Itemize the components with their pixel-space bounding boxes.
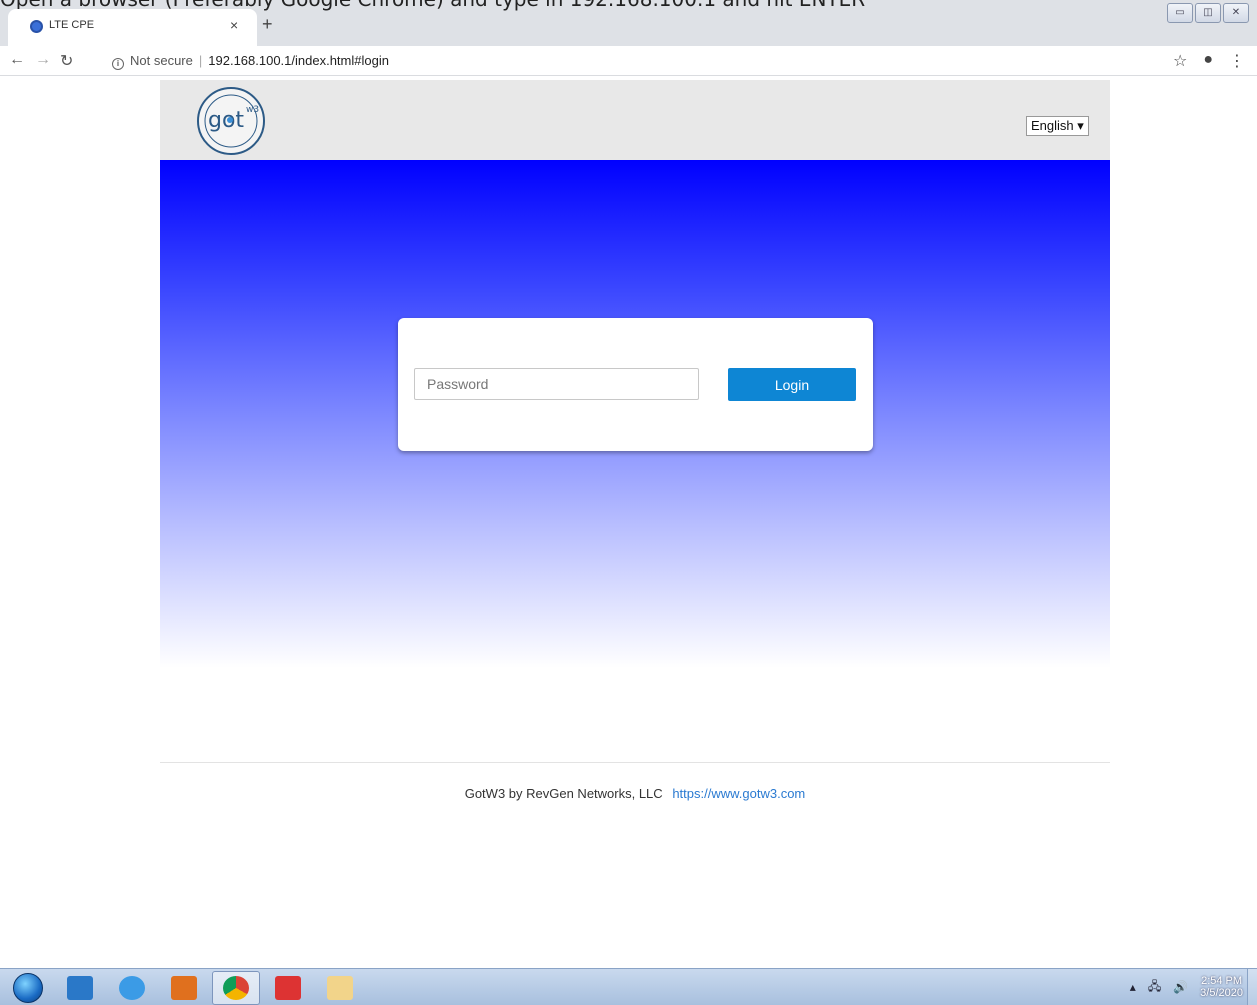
taskbar-outlook[interactable] bbox=[56, 971, 104, 1005]
tray-expand-icon[interactable]: ▴ bbox=[1130, 980, 1136, 994]
app-x-icon bbox=[275, 976, 301, 1000]
password-input[interactable] bbox=[414, 368, 699, 400]
file-explorer-icon bbox=[327, 976, 353, 1000]
address-bar[interactable]: i Not secure | 192.168.100.1/index.html#log… bbox=[112, 50, 1192, 72]
forward-arrow-icon[interactable]: → bbox=[35, 51, 51, 69]
footer-text: GotW3 by RevGen Networks, LLC bbox=[464, 786, 663, 801]
chrome-icon bbox=[223, 976, 249, 1000]
url-text[interactable]: 192.168.100.1/index.html#login bbox=[208, 53, 389, 68]
volume-icon[interactable]: 🔊 bbox=[1173, 980, 1188, 994]
new-tab-button[interactable]: + bbox=[262, 14, 273, 35]
clock[interactable]: 2:54 PM 3/5/2020 bbox=[1200, 975, 1243, 999]
system-tray: ▴ 🖧 🔊 2:54 PM 3/5/2020 bbox=[1130, 975, 1243, 999]
windows-taskbar: ▴ 🖧 🔊 2:54 PM 3/5/2020 bbox=[0, 968, 1257, 1005]
page-footer: GotW3 by RevGen Networks, LLC https://ww… bbox=[160, 786, 1110, 801]
taskbar-explorer[interactable] bbox=[316, 971, 364, 1005]
tab-close-icon[interactable]: × bbox=[230, 17, 238, 33]
show-desktop-button[interactable] bbox=[1247, 969, 1257, 1005]
windows-start-icon bbox=[13, 973, 43, 1003]
language-select[interactable]: English ▾ bbox=[1026, 116, 1089, 136]
outlook-icon bbox=[67, 976, 93, 1000]
account-icon[interactable]: ● bbox=[1203, 51, 1213, 71]
login-button[interactable]: Login bbox=[728, 368, 856, 401]
minimize-button[interactable]: ▭ bbox=[1167, 3, 1193, 23]
svg-text:w3: w3 bbox=[246, 105, 259, 115]
browser-tab[interactable]: LTE CPE × bbox=[8, 9, 257, 46]
close-window-button[interactable]: ✕ bbox=[1223, 3, 1249, 23]
toolbar-icons: ☆ ● ⋮ bbox=[1173, 51, 1245, 71]
start-button[interactable] bbox=[4, 971, 52, 1005]
tab-title: LTE CPE bbox=[49, 19, 95, 31]
gotw3-logo: got w3 bbox=[197, 87, 265, 155]
network-icon[interactable]: 🖧 bbox=[1148, 977, 1161, 998]
page-header: got w3 English ▾ bbox=[160, 80, 1110, 160]
maximize-button[interactable]: ◫ bbox=[1195, 3, 1221, 23]
web-page: got w3 English ▾ Login bbox=[160, 80, 1110, 668]
internet-explorer-icon bbox=[119, 976, 145, 1000]
window-controls: ▭ ◫ ✕ bbox=[1167, 3, 1249, 23]
instruction-text: Open a browser (Preferably Google Chrome… bbox=[0, 0, 1257, 11]
footer-link[interactable]: https://www.gotw3.com bbox=[672, 786, 805, 801]
tab-favicon-icon bbox=[30, 20, 43, 33]
back-arrow-icon[interactable]: ← bbox=[9, 51, 25, 69]
omnibox-separator: | bbox=[198, 53, 203, 68]
taskbar-office[interactable] bbox=[160, 971, 208, 1005]
clock-date: 3/5/2020 bbox=[1200, 987, 1243, 999]
info-icon[interactable]: i bbox=[112, 58, 124, 70]
clock-time: 2:54 PM bbox=[1201, 975, 1243, 987]
browser-toolbar: ← → ↻ i Not secure | 192.168.100.1/index.ht… bbox=[0, 46, 1257, 76]
bookmark-star-icon[interactable]: ☆ bbox=[1173, 51, 1187, 71]
taskbar-chrome[interactable] bbox=[212, 971, 260, 1005]
taskbar-ie[interactable] bbox=[108, 971, 156, 1005]
security-label: Not secure bbox=[130, 53, 193, 68]
svg-text:got: got bbox=[208, 108, 244, 133]
office-icon bbox=[171, 976, 197, 1000]
taskbar-app[interactable] bbox=[264, 971, 312, 1005]
login-banner: Login bbox=[160, 160, 1110, 668]
reload-icon[interactable]: ↻ bbox=[60, 51, 73, 71]
footer-divider bbox=[160, 762, 1110, 763]
login-card: Login bbox=[398, 318, 873, 451]
menu-icon[interactable]: ⋮ bbox=[1229, 51, 1245, 71]
